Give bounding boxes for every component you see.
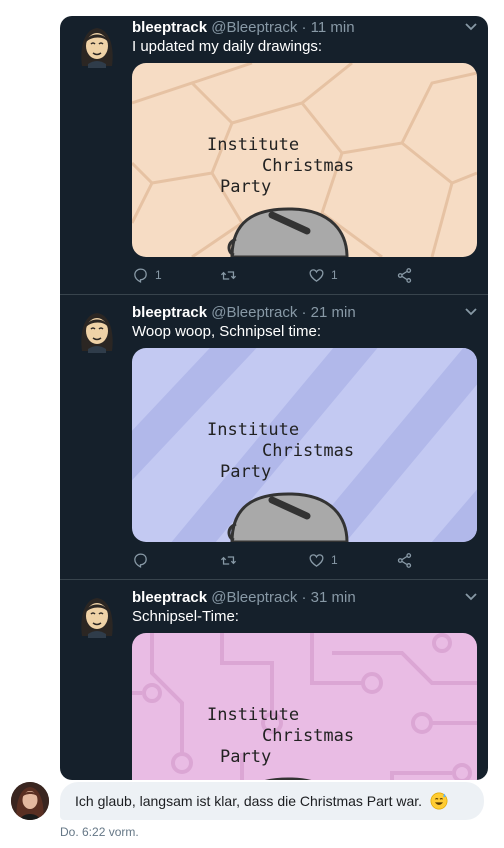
reply-icon [134, 267, 147, 283]
like-button[interactable]: 1 [308, 549, 338, 571]
author-handle[interactable]: @Bleeptrack [211, 589, 297, 606]
tweet-time[interactable]: 11 min [311, 19, 355, 36]
reply-button[interactable] [132, 549, 155, 571]
reply-count: 1 [155, 268, 162, 282]
message-timestamp: Do. 6:22 vorm. [60, 825, 139, 839]
share-icon [397, 552, 412, 568]
tweet-time[interactable]: 21 min [311, 304, 356, 321]
svg-text:Party: Party [220, 177, 271, 197]
tweet-actions: 1 [132, 549, 432, 571]
tweet-text: Schnipsel-Time: [132, 608, 239, 625]
svg-text:Christmas: Christmas [262, 726, 354, 746]
svg-text:Institute: Institute [207, 705, 299, 725]
tweet[interactable]: bleeptrack @Bleeptrack · 11 min I update… [60, 16, 488, 301]
separator: · [301, 19, 307, 36]
tweet-media[interactable]: Institute Christmas Party [132, 633, 477, 780]
tweet-media[interactable]: Institute Christmas Party [132, 348, 477, 542]
tweet-text: I updated my daily drawings: [132, 38, 323, 55]
tweet-header: bleeptrack @Bleeptrack · 31 min [132, 589, 356, 607]
avatar[interactable] [74, 592, 120, 638]
svg-text:Institute: Institute [207, 135, 299, 155]
retweet-button[interactable] [220, 549, 243, 571]
tweet[interactable]: bleeptrack @Bleeptrack · 31 min Schnipse… [60, 586, 488, 780]
sender-avatar[interactable] [11, 782, 49, 820]
share-button[interactable] [396, 264, 413, 286]
svg-text:Institute: Institute [207, 420, 299, 440]
message-text: Ich glaub, langsam ist klar, dass die Ch… [75, 793, 423, 809]
share-icon [397, 267, 412, 283]
separator: · [301, 304, 307, 321]
avatar[interactable] [74, 307, 120, 353]
tweet-actions: 1 1 [132, 264, 432, 286]
separator: · [301, 589, 307, 606]
like-button[interactable]: 1 [308, 264, 338, 286]
tweet-header: bleeptrack @Bleeptrack · 11 min [132, 19, 355, 37]
retweet-button[interactable] [220, 264, 243, 286]
svg-text:Christmas: Christmas [262, 441, 354, 461]
chevron-down-icon[interactable] [464, 307, 478, 317]
retweet-icon [220, 555, 237, 565]
heart-icon [309, 268, 324, 282]
message-bubble[interactable]: Ich glaub, langsam ist klar, dass die Ch… [60, 782, 484, 820]
author-name[interactable]: bleeptrack [132, 19, 207, 36]
reply-button[interactable]: 1 [132, 264, 162, 286]
retweet-icon [220, 270, 237, 280]
chevron-down-icon[interactable] [464, 592, 478, 602]
share-button[interactable] [396, 549, 413, 571]
tweet[interactable]: bleeptrack @Bleeptrack · 21 min Woop woo… [60, 301, 488, 586]
tweet-time[interactable]: 31 min [311, 589, 356, 606]
sweat-smile-emoji-icon [430, 792, 448, 810]
reply-icon [134, 552, 147, 568]
chevron-down-icon[interactable] [464, 22, 478, 32]
author-name[interactable]: bleeptrack [132, 589, 207, 606]
author-name[interactable]: bleeptrack [132, 304, 207, 321]
svg-text:Party: Party [220, 747, 271, 767]
divider [60, 579, 488, 580]
avatar[interactable] [74, 22, 120, 68]
tweet-media[interactable]: Institute Christmas Party [132, 63, 477, 257]
tweet-embed: bleeptrack @Bleeptrack · 11 min I update… [60, 16, 488, 780]
divider [60, 294, 488, 295]
svg-text:Christmas: Christmas [262, 156, 354, 176]
author-handle[interactable]: @Bleeptrack [211, 304, 297, 321]
tweet-text: Woop woop, Schnipsel time: [132, 323, 321, 340]
like-count: 1 [331, 553, 338, 567]
heart-icon [309, 553, 324, 567]
author-handle[interactable]: @Bleeptrack [211, 19, 297, 36]
tweet-header: bleeptrack @Bleeptrack · 21 min [132, 304, 356, 322]
like-count: 1 [331, 268, 338, 282]
svg-text:Party: Party [220, 462, 271, 482]
